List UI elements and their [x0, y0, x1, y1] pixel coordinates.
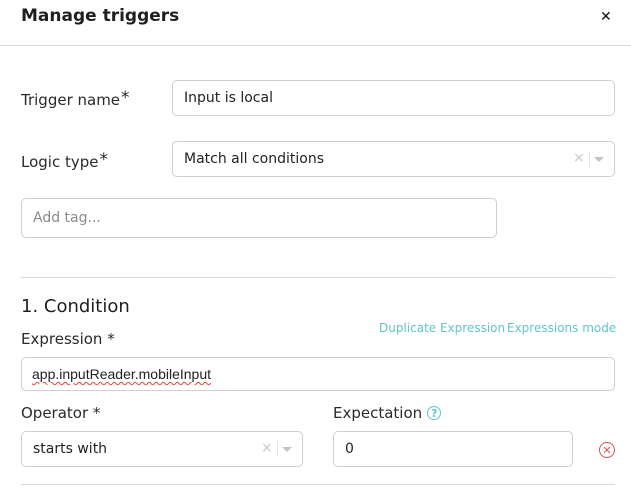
expression-label: Expression *: [21, 330, 115, 348]
trigger-name-label-text: Trigger name: [21, 91, 121, 109]
header-divider: [0, 45, 631, 46]
logic-type-select[interactable]: Match all conditions ×: [172, 141, 615, 177]
clear-icon[interactable]: ×: [573, 150, 585, 166]
expressions-mode-link[interactable]: Expressions mode: [507, 321, 616, 335]
remove-condition-icon[interactable]: ✕: [599, 442, 615, 458]
expectation-label: Expectation ?: [333, 404, 442, 422]
trigger-name-field[interactable]: Input is local: [172, 80, 615, 116]
trigger-name-label: Trigger name*: [21, 88, 130, 109]
operator-label: Operator *: [21, 404, 101, 422]
operator-value: starts with: [33, 441, 108, 457]
expectation-value: 0: [345, 441, 354, 457]
expression-field[interactable]: app.inputReader.mobileInput: [21, 357, 615, 391]
bottom-divider: [21, 484, 615, 485]
clear-icon[interactable]: ×: [261, 440, 273, 456]
chevron-down-icon[interactable]: [594, 157, 604, 162]
section-divider: [21, 277, 615, 278]
tag-input[interactable]: Add tag...: [21, 198, 497, 238]
dialog-title: Manage triggers: [21, 6, 180, 26]
duplicate-expression-link[interactable]: Duplicate Expression: [379, 321, 505, 335]
logic-type-value: Match all conditions: [184, 151, 324, 167]
tag-input-placeholder: Add tag...: [33, 210, 101, 226]
logic-type-label-text: Logic type: [21, 153, 99, 171]
operator-select[interactable]: starts with ×: [21, 431, 303, 467]
logic-type-label: Logic type*: [21, 150, 108, 171]
help-icon[interactable]: ?: [427, 406, 442, 420]
chevron-down-icon[interactable]: [282, 447, 292, 452]
required-mark: *: [121, 88, 130, 108]
trigger-name-value: Input is local: [184, 90, 273, 106]
expectation-label-text: Expectation: [333, 404, 423, 422]
expression-value: app.inputReader.mobileInput: [32, 366, 212, 382]
required-mark: *: [99, 150, 108, 170]
select-divider: [589, 151, 590, 167]
expectation-field[interactable]: 0: [333, 431, 573, 467]
select-divider: [277, 441, 278, 457]
condition-title: 1. Condition: [21, 296, 130, 317]
close-icon[interactable]: ✕: [600, 9, 612, 25]
